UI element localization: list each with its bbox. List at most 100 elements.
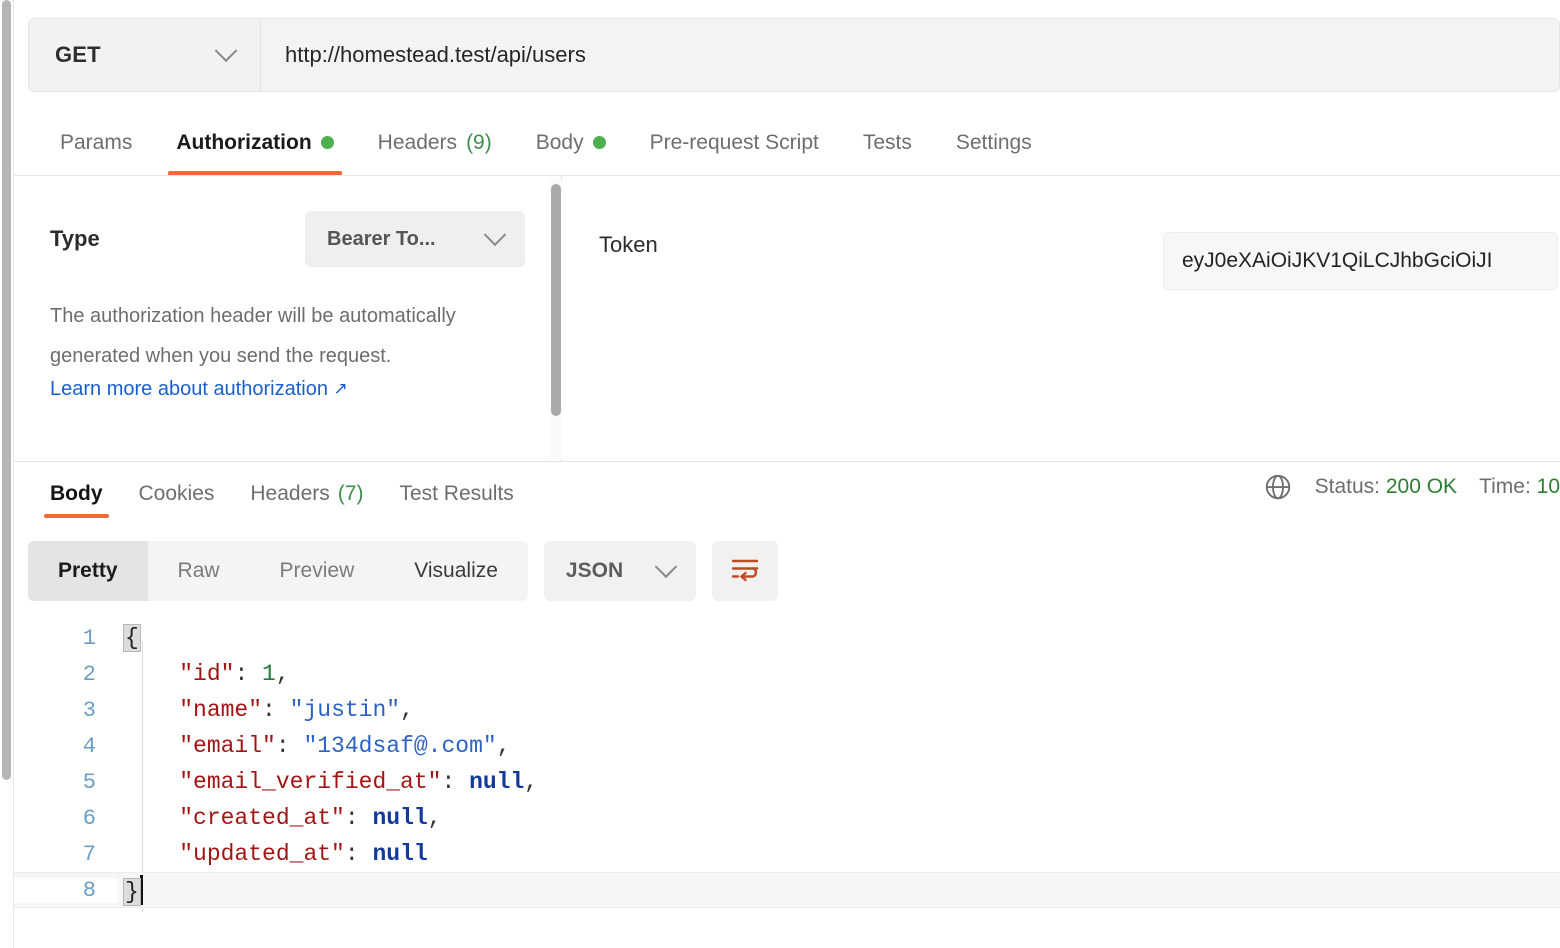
code-line-text: "email": "134dsaf@.com",	[118, 733, 511, 759]
request-bar: GET http://homestead.test/api/users	[28, 18, 1560, 92]
external-link-arrow-icon: ↗	[334, 379, 348, 399]
green-dot-icon	[321, 136, 334, 149]
authorization-right-column: Token eyJ0eXAiOiJKV1QiLCJhbGciOiJI	[563, 176, 1560, 462]
authorization-help-text: The authorization header will be automat…	[50, 296, 520, 376]
request-tab-tests[interactable]: Tests	[841, 110, 934, 175]
code-line: 1{	[14, 620, 1560, 656]
authorization-panel-scrollbar[interactable]	[550, 180, 562, 458]
code-token: :	[234, 661, 262, 687]
code-line-number: 4	[14, 734, 118, 759]
authorization-left-column: Type Bearer To... The authorization head…	[14, 176, 562, 462]
http-method-label: GET	[55, 42, 101, 68]
status-label: Status:	[1315, 475, 1380, 498]
code-line: 2 "id": 1,	[14, 656, 1560, 692]
authorization-panel-scrollbar-thumb[interactable]	[551, 184, 561, 416]
code-line: 6 "created_at": null,	[14, 800, 1560, 836]
code-line-text: }	[118, 875, 143, 905]
code-token: :	[345, 841, 373, 867]
postman-request-response-view: GET http://homestead.test/api/users Para…	[0, 0, 1560, 948]
token-row: Token eyJ0eXAiOiJKV1QiLCJhbGciOiJI	[563, 232, 1560, 290]
authorization-type-dropdown[interactable]: Bearer To...	[305, 211, 525, 267]
token-label: Token	[563, 232, 1163, 258]
request-tab-body[interactable]: Body	[514, 110, 628, 175]
code-token: "email"	[179, 733, 276, 759]
code-token: ,	[428, 805, 442, 831]
token-value: eyJ0eXAiOiJKV1QiLCJhbGciOiJI	[1182, 249, 1492, 273]
code-token: null	[372, 841, 427, 867]
word-wrap-toggle-button[interactable]	[712, 541, 778, 601]
chevron-down-icon	[484, 223, 507, 246]
request-tab-params[interactable]: Params	[38, 110, 154, 175]
code-line: 4 "email": "134dsaf@.com",	[14, 728, 1560, 764]
request-tab-label: Headers	[378, 131, 457, 155]
code-line-text: "name": "justin",	[118, 697, 414, 723]
response-tab-label: Cookies	[139, 482, 215, 506]
url-value: http://homestead.test/api/users	[285, 42, 586, 68]
code-line-number: 5	[14, 770, 118, 795]
code-line: 5 "email_verified_at": null,	[14, 764, 1560, 800]
code-line-text: "id": 1,	[118, 661, 290, 687]
code-line: 8}	[14, 872, 1560, 908]
text-cursor	[140, 875, 143, 905]
body-view-pretty[interactable]: Pretty	[28, 541, 148, 601]
learn-more-about-authorization-link[interactable]: Learn more about authorization ↗	[50, 378, 525, 401]
authorization-type-value: Bearer To...	[327, 228, 436, 251]
request-tab-label: Body	[536, 131, 584, 155]
code-token: {	[124, 625, 140, 651]
code-token: :	[276, 733, 304, 759]
code-token: null	[469, 769, 524, 795]
code-token: "134dsaf@.com"	[303, 733, 496, 759]
url-input[interactable]: http://homestead.test/api/users	[261, 19, 1559, 91]
code-token: ,	[497, 733, 511, 759]
globe-icon	[1263, 472, 1293, 502]
word-wrap-icon	[729, 556, 761, 587]
code-token: ,	[276, 661, 290, 687]
response-tab-test-results[interactable]: Test Results	[381, 462, 531, 526]
code-lines: 1{2 "id": 1,3 "name": "justin",4 "email"…	[14, 620, 1560, 908]
code-token: ,	[400, 697, 414, 723]
authorization-panel: Type Bearer To... The authorization head…	[14, 176, 1560, 462]
code-token: "email_verified_at"	[179, 769, 441, 795]
global-scrollbar[interactable]	[0, 0, 14, 948]
time-text: Time: 10	[1479, 475, 1560, 499]
response-body-code-viewer[interactable]: 1{2 "id": 1,3 "name": "justin",4 "email"…	[14, 620, 1560, 948]
request-tab-authorization[interactable]: Authorization	[154, 110, 355, 175]
body-format-value: JSON	[566, 559, 623, 583]
global-scrollbar-thumb[interactable]	[2, 0, 11, 780]
code-token: ,	[524, 769, 538, 795]
request-tab-headers[interactable]: Headers(9)	[356, 110, 514, 175]
request-tab-settings[interactable]: Settings	[934, 110, 1054, 175]
code-line-number: 3	[14, 698, 118, 723]
chevron-down-icon	[215, 39, 238, 62]
chevron-down-icon	[655, 555, 678, 578]
code-line-text: "email_verified_at": null,	[118, 769, 538, 795]
body-view-preview[interactable]: Preview	[250, 541, 385, 601]
request-tab-label: Authorization	[176, 131, 311, 155]
code-line-text: "updated_at": null	[118, 841, 428, 867]
response-body-toolbar: PrettyRawPreviewVisualize JSON	[28, 541, 778, 601]
request-tab-label: Tests	[863, 131, 912, 155]
response-tab-label: Test Results	[399, 482, 513, 506]
request-tabs: Params Authorization Headers(9) Body Pre-req…	[14, 110, 1560, 176]
learn-more-label: Learn more about authorization	[50, 378, 328, 400]
code-line-number: 6	[14, 806, 118, 831]
token-input[interactable]: eyJ0eXAiOiJKV1QiLCJhbGciOiJI	[1163, 232, 1558, 290]
response-tab-body[interactable]: Body	[32, 462, 121, 526]
time-label: Time:	[1479, 475, 1531, 498]
code-line-text: {	[118, 625, 140, 651]
response-tab-cookies[interactable]: Cookies	[121, 462, 233, 526]
request-tab-label: Pre-request Script	[650, 131, 819, 155]
response-tab-headers[interactable]: Headers(7)	[232, 462, 381, 526]
http-method-dropdown[interactable]: GET	[29, 19, 261, 91]
code-token: "updated_at"	[179, 841, 345, 867]
body-view-raw[interactable]: Raw	[148, 541, 250, 601]
time-value: 10	[1537, 475, 1560, 498]
authorization-type-label: Type	[50, 226, 100, 252]
status-text: Status: 200 OK	[1315, 475, 1457, 499]
code-token: 1	[262, 661, 276, 687]
authorization-type-row: Type Bearer To...	[50, 210, 525, 268]
code-line-number: 7	[14, 842, 118, 867]
request-tab-pre-request-script[interactable]: Pre-request Script	[628, 110, 841, 175]
body-view-visualize[interactable]: Visualize	[384, 541, 528, 601]
body-format-dropdown[interactable]: JSON	[544, 541, 696, 601]
